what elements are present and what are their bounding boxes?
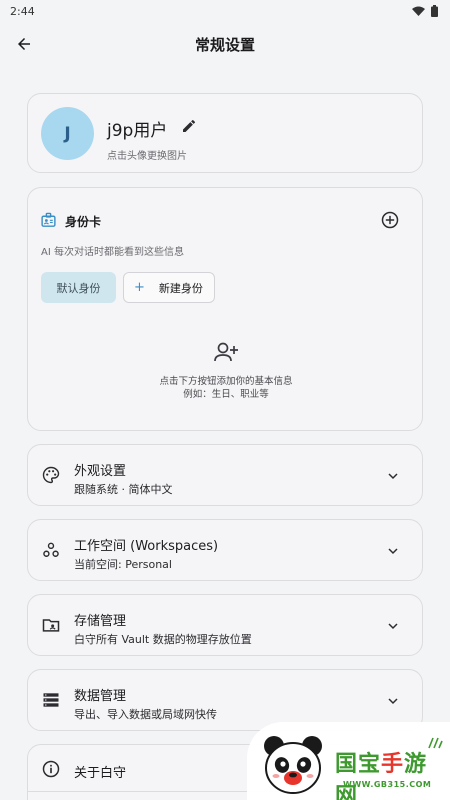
- empty-hint-line-2: 例如：生日、职业等: [183, 389, 269, 400]
- folder-icon: [42, 619, 60, 632]
- row-title: 外观设置: [74, 464, 127, 479]
- identity-card: 身份卡 AI 每次对话时都能看到这些信息 默认身份 + 新建身份 点击下方按钮添…: [27, 187, 423, 431]
- empty-hint-line-1: 点击下方按钮添加你的基本信息: [159, 376, 293, 387]
- plus-icon: +: [134, 280, 145, 295]
- avatar-hint: 点击头像更换图片: [107, 151, 187, 162]
- row-title: 数据管理: [74, 689, 127, 704]
- identity-title: 身份卡: [65, 215, 102, 229]
- storage-management-row[interactable]: 存储管理 白守所有 Vault 数据的物理存放位置: [27, 594, 423, 656]
- default-identity-label: 默认身份: [56, 281, 101, 295]
- profile-card: J j9p用户 点击头像更换图片: [27, 93, 423, 173]
- row-title: 关于白守: [74, 766, 127, 781]
- status-icons: [412, 5, 438, 17]
- person-add-icon: [214, 342, 238, 362]
- info-icon: [42, 760, 60, 778]
- arrow-back-icon: [18, 38, 30, 50]
- row-title: 工作空间 (Workspaces): [74, 539, 219, 554]
- watermark-brand-part-1: 国宝: [335, 752, 382, 777]
- watermark-logo: 国宝手游网 WWW.GB315.COM: [247, 722, 450, 800]
- row-subtitle: 跟随系统 · 简体中文: [74, 483, 173, 496]
- back-button[interactable]: [12, 32, 36, 56]
- avatar[interactable]: J: [41, 107, 94, 160]
- chevron-down-icon: [388, 623, 398, 630]
- wifi-icon: [412, 6, 425, 16]
- default-identity-chip[interactable]: 默认身份: [41, 272, 116, 303]
- status-time: 2:44: [10, 4, 35, 18]
- storage-icon: [43, 693, 59, 707]
- chevron-down-icon: [388, 698, 398, 705]
- add-circle-icon[interactable]: [380, 210, 400, 230]
- app-bar: 常规设置: [0, 22, 450, 66]
- watermark-url: WWW.GB315.COM: [343, 780, 432, 789]
- status-bar: 2:44: [0, 0, 450, 22]
- edit-icon[interactable]: [181, 118, 197, 134]
- row-title: 存储管理: [74, 614, 127, 629]
- sparkle-icon: [428, 737, 443, 749]
- panda-logo-icon: [264, 736, 322, 794]
- badge-icon: [41, 212, 56, 227]
- chevron-down-icon: [388, 473, 398, 480]
- row-subtitle: 白守所有 Vault 数据的物理存放位置: [74, 633, 252, 646]
- watermark-brand: 国宝手游网: [335, 746, 450, 800]
- page-title: 常规设置: [194, 35, 255, 54]
- row-subtitle: 导出、导入数据或局域网快传: [74, 708, 217, 721]
- chevron-down-icon: [388, 548, 398, 555]
- new-identity-label: 新建身份: [158, 281, 203, 295]
- workspaces-row[interactable]: 工作空间 (Workspaces) 当前空间: Personal: [27, 519, 423, 581]
- battery-icon: [431, 5, 438, 17]
- appearance-settings-row[interactable]: 外观设置 跟随系统 · 简体中文: [27, 444, 423, 506]
- row-subtitle: 当前空间: Personal: [74, 558, 172, 571]
- workspaces-icon: [43, 542, 59, 557]
- username: j9p用户: [107, 121, 168, 141]
- identity-description: AI 每次对话时都能看到这些信息: [41, 247, 184, 258]
- avatar-letter: J: [64, 123, 71, 144]
- palette-icon: [42, 466, 60, 484]
- watermark-brand-part-2: 手: [381, 752, 405, 777]
- new-identity-button[interactable]: + 新建身份: [123, 272, 215, 303]
